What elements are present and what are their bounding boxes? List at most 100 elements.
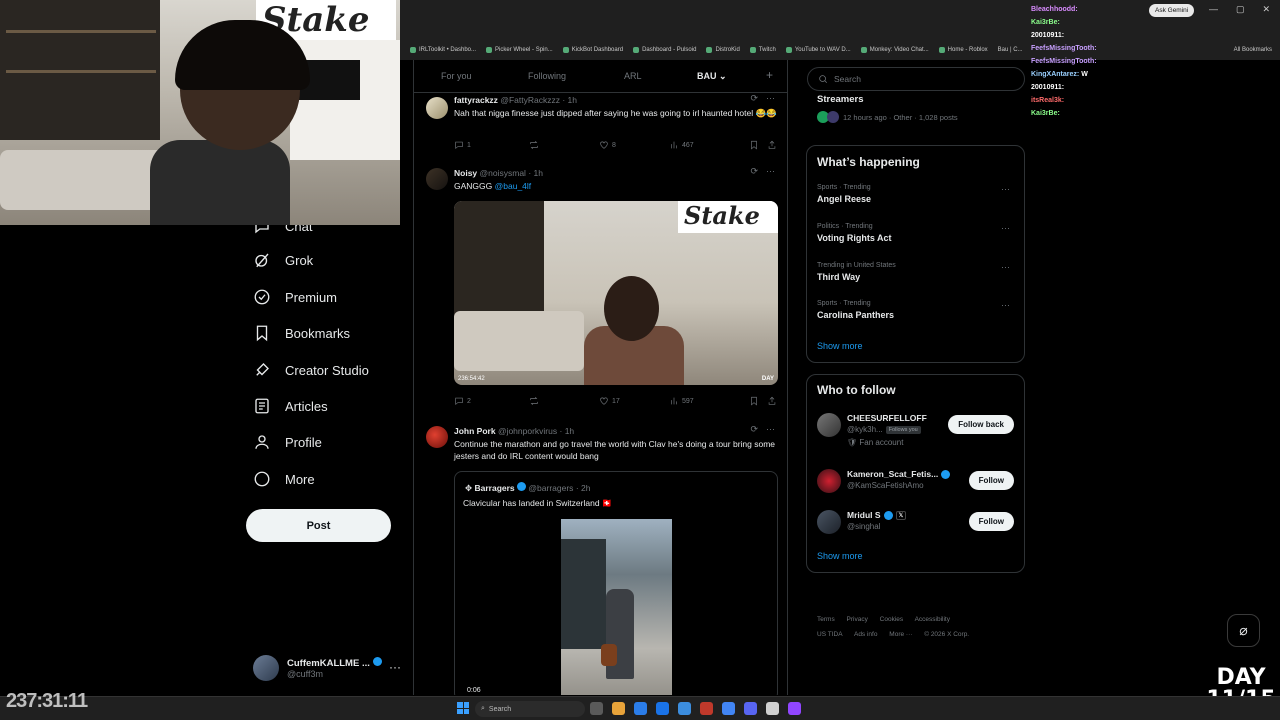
post-button[interactable]: Post [246, 509, 391, 542]
nav-item-grok[interactable]: Grok [253, 251, 313, 269]
reply-button[interactable]: 1 [454, 140, 529, 150]
app-icon[interactable] [700, 702, 713, 715]
more-horizontal-icon[interactable]: ··· [1001, 262, 1010, 272]
reply-button[interactable]: 2 [454, 396, 529, 406]
timeline-tabs: For you Following ARL BAU ⌄ + [414, 60, 787, 93]
show-more-link[interactable]: Show more [817, 551, 863, 561]
bookmark-favicon-icon [486, 47, 493, 53]
account-switcher[interactable]: CuffemKALLME ... @cuff3m [253, 655, 382, 681]
share-button[interactable] [767, 396, 777, 406]
nav-item-more[interactable]: More [253, 470, 315, 488]
all-bookmarks[interactable]: All Bookmarks [1234, 42, 1272, 58]
more-horizontal-icon[interactable]: ··· [766, 166, 775, 177]
store-icon[interactable] [656, 702, 669, 715]
follow-suggestion[interactable]: CHEESURFELLOFF @kyk3h... Follows you 🛡 Fa… [817, 413, 1014, 453]
like-button[interactable]: 17 [599, 396, 669, 406]
trend-item[interactable]: Trending in United States Third Way ··· [817, 262, 1014, 282]
footer-link[interactable]: Ads info [854, 631, 878, 638]
suggestion-name: Mridul S𝕏 [847, 510, 907, 520]
nav-item-articles[interactable]: Articles [253, 397, 328, 415]
follow-suggestion[interactable]: Kameron_Scat_Fetis... @KamScaFetishAmo F… [817, 469, 1014, 503]
show-more-link[interactable]: Show more [817, 341, 863, 351]
chrome-icon[interactable] [722, 702, 735, 715]
discord-icon[interactable] [744, 702, 757, 715]
more-horizontal-icon[interactable]: ··· [1001, 223, 1010, 233]
app-icon[interactable] [678, 702, 691, 715]
bookmark-item[interactable]: Picker Wheel - Spin... [486, 42, 553, 58]
more-horizontal-icon[interactable]: ··· [766, 424, 775, 435]
footer-link[interactable]: Cookies [880, 616, 903, 623]
views-button[interactable]: 467 [669, 140, 749, 150]
footer-link[interactable]: Accessibility [915, 616, 950, 623]
more-horizontal-icon[interactable]: ··· [766, 93, 775, 104]
follow-button[interactable]: Follow [968, 512, 1014, 531]
quoted-tweet[interactable]: ✥ Barragers @barragers · 2h Clavicular h… [454, 471, 778, 695]
bookmark-item[interactable]: IRLToolkit • Dashbo... [410, 42, 476, 58]
bookmark-item[interactable]: Bau | C... [998, 42, 1023, 58]
minimize-icon[interactable]: — [1209, 4, 1218, 15]
bookmark-item[interactable]: Dashboard - Pulsoid [633, 42, 696, 58]
trend-item[interactable]: Politics · Trending Voting Rights Act ··… [817, 223, 1014, 243]
retweet-button[interactable] [529, 396, 599, 406]
follow-suggestion[interactable]: Mridul S𝕏 @singhal Follow [817, 510, 1014, 544]
follow-back-button[interactable]: Follow back [948, 415, 1014, 434]
quoted-tweet-video[interactable] [561, 519, 672, 695]
trend-item[interactable]: Sports · Trending Carolina Panthers ··· [817, 300, 1014, 320]
nav-item-premium[interactable]: Premium [253, 288, 337, 306]
community-title: Streamers [817, 94, 864, 105]
tab-arl[interactable]: ARL [624, 71, 642, 81]
tab-for-you[interactable]: For you [441, 71, 472, 81]
close-icon[interactable]: ✕ [1262, 4, 1270, 15]
nav-item-profile[interactable]: Profile [253, 433, 322, 451]
nav-item-creator-studio[interactable]: Creator Studio [253, 361, 369, 379]
add-tab-icon[interactable]: + [766, 68, 773, 82]
like-button[interactable]: 8 [599, 140, 669, 150]
more-horizontal-icon[interactable]: ··· [1001, 300, 1010, 310]
follow-button[interactable]: Follow [968, 471, 1014, 490]
views-icon [671, 141, 677, 149]
bookmark-item[interactable]: DistroKid [706, 42, 740, 58]
tweet-media-video[interactable]: Stake 236:54:42 DAY [454, 201, 778, 385]
tweet-header: fattyrackzz @FattyRackzzz · 1h [454, 95, 577, 105]
trend-item[interactable]: Sports · Trending Angel Reese ··· [817, 184, 1014, 204]
grok-icon[interactable]: ⟳ [750, 166, 758, 177]
bookmark-item[interactable]: YouTube to WAV D... [785, 42, 851, 58]
maximize-icon[interactable]: ▢ [1236, 4, 1245, 15]
bookmark-item[interactable]: KickBot Dashboard [562, 42, 623, 58]
streamers-community[interactable]: Streamers 12 hours ago · Other · 1,028 p… [817, 94, 958, 123]
bookmark-item[interactable]: Home - Roblox [938, 42, 988, 58]
twitch-icon[interactable] [788, 702, 801, 715]
tweet-top-actions: ⟳ ··· [750, 93, 775, 104]
bookmark-button[interactable] [749, 140, 767, 150]
nav-item-bookmarks[interactable]: Bookmarks [253, 324, 350, 342]
tab-following[interactable]: Following [528, 71, 566, 81]
media-icon[interactable] [766, 702, 779, 715]
more-horizontal-icon[interactable]: ··· [389, 660, 401, 674]
footer-link[interactable]: Privacy [847, 616, 868, 623]
grok-icon[interactable]: ⟳ [750, 93, 758, 104]
bookmark-item[interactable]: Twitch [749, 42, 776, 58]
footer-link[interactable]: More ··· [889, 631, 912, 638]
file-explorer-icon[interactable] [612, 702, 625, 715]
suggestion-handle: @kyk3h... Follows you [847, 425, 921, 434]
taskbar-search[interactable]: ⌕ Search [475, 701, 585, 717]
share-button[interactable] [767, 140, 777, 150]
chat-message: KingXAntarez: W [1031, 71, 1088, 78]
tab-bau[interactable]: BAU ⌄ [697, 71, 727, 82]
footer-link[interactable]: US TIDA [817, 631, 843, 638]
grok-floating-button[interactable]: ⌀ [1227, 614, 1260, 647]
search-input[interactable]: Search [807, 67, 1025, 91]
views-button[interactable]: 597 [669, 396, 749, 406]
bookmark-button[interactable] [749, 396, 767, 406]
more-horizontal-icon[interactable]: ··· [1001, 184, 1010, 194]
edge-icon[interactable] [634, 702, 647, 715]
mention-link[interactable]: @bau_4lf [495, 181, 532, 191]
task-view-icon[interactable] [590, 702, 603, 715]
grok-icon[interactable]: ⟳ [750, 424, 758, 435]
bookmark-item[interactable]: Monkey: Video Chat... [860, 42, 929, 58]
windows-start-icon[interactable] [457, 702, 469, 714]
footer-link[interactable]: Terms [817, 616, 835, 623]
chat-message: Kai3rBe: [1031, 19, 1060, 26]
suggestion-name: Kameron_Scat_Fetis... [847, 469, 951, 479]
retweet-button[interactable] [529, 140, 599, 150]
